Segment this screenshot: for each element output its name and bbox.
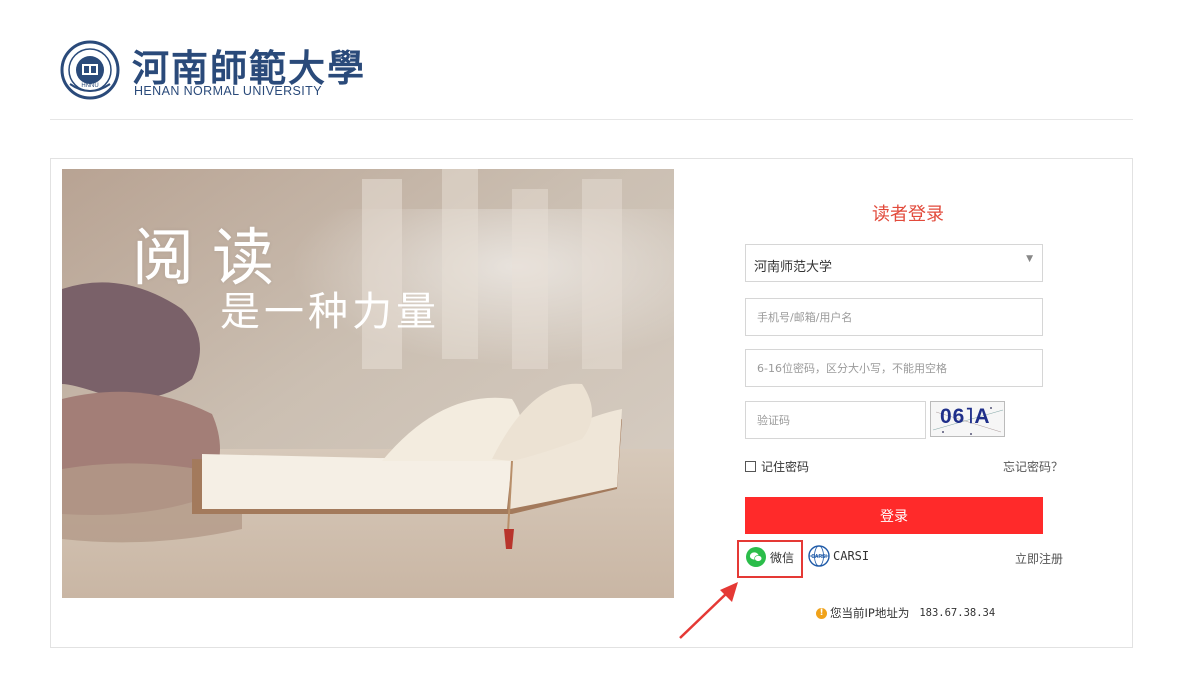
- carsi-icon: CARSI: [808, 545, 830, 567]
- emblem-text: HNNU: [81, 83, 98, 89]
- username-input[interactable]: [746, 299, 1042, 335]
- login-title: 读者登录: [872, 204, 944, 225]
- info-icon: !: [816, 607, 827, 619]
- institution-select[interactable]: 河南师范大学 ▼: [745, 244, 1043, 282]
- remember-checkbox[interactable]: [745, 460, 756, 472]
- captcha-text: 06˥A: [940, 405, 991, 428]
- dropdown-arrow-icon: ▼: [1026, 254, 1033, 264]
- forgot-password-link[interactable]: 忘记密码？: [1003, 458, 1063, 475]
- institution-select-value: 河南师范大学: [754, 260, 833, 275]
- carsi-login-link[interactable]: CARSI CARSI: [808, 545, 870, 567]
- login-button[interactable]: 登录: [745, 497, 1043, 534]
- wechat-login-link[interactable]: 微信: [746, 547, 795, 567]
- hero-title-line-2: 是一种力量: [220, 289, 440, 335]
- captcha-input[interactable]: [746, 402, 925, 438]
- captcha-field: [745, 401, 926, 439]
- ip-value: 183.67.38.34: [919, 607, 996, 619]
- register-link[interactable]: 立即注册: [1015, 550, 1063, 567]
- wechat-icon: [746, 547, 766, 567]
- ip-notice: ! 您当前IP地址为 183.67.38.34: [816, 605, 995, 621]
- captcha-image[interactable]: 06˥A: [930, 401, 1005, 437]
- header-divider: [50, 119, 1133, 120]
- password-input[interactable]: [746, 350, 1042, 386]
- annotation-arrow-icon: [679, 582, 738, 639]
- carsi-icon-text: CARSI: [811, 554, 827, 560]
- site-header: HNNU 河南師範大學 HENAN NORMAL UNIVERSITY: [0, 0, 1182, 120]
- hero-image: 阅读 是一种力量: [62, 169, 674, 598]
- university-emblem-icon[interactable]: HNNU: [60, 40, 120, 100]
- remember-label: 记住密码: [761, 459, 810, 474]
- password-field: [745, 349, 1043, 387]
- remember-password[interactable]: 记住密码: [745, 458, 809, 474]
- carsi-label: CARSI: [833, 549, 870, 563]
- username-field: [745, 298, 1043, 336]
- wechat-label: 微信: [770, 550, 795, 565]
- university-name-en: HENAN NORMAL UNIVERSITY: [134, 84, 322, 98]
- ip-label: 您当前IP地址为: [830, 606, 910, 620]
